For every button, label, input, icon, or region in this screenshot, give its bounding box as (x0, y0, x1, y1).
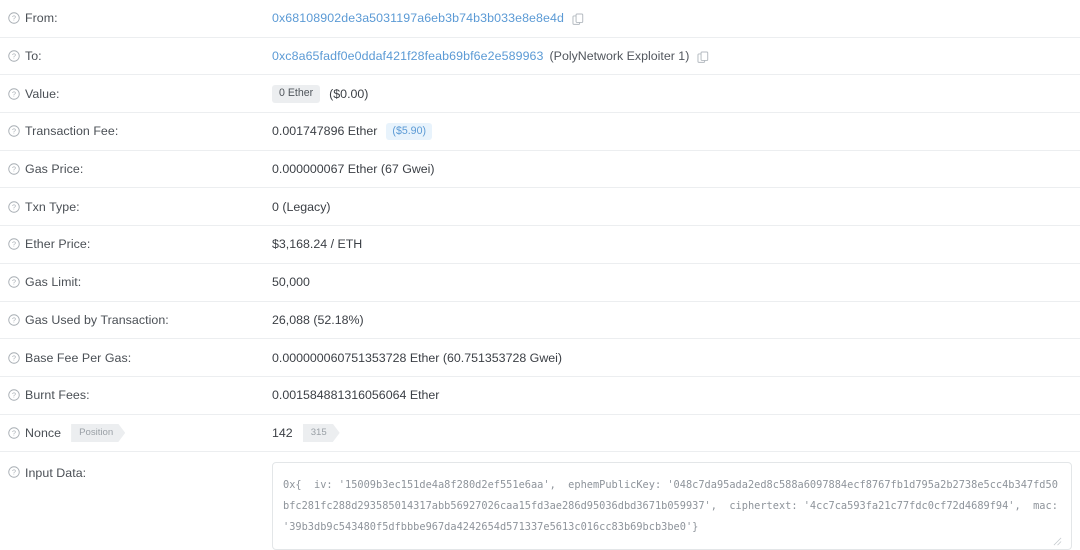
svg-text:?: ? (12, 166, 16, 174)
svg-text:?: ? (12, 392, 16, 400)
question-circle-icon[interactable]: ? (8, 389, 20, 401)
value-cell-gas-price: 0.000000067 Ether (67 Gwei) (272, 162, 435, 177)
value-cell-transaction-fee: 0.001747896 Ether ($5.90) (272, 113, 1080, 150)
question-circle-icon[interactable]: ? (8, 50, 20, 62)
question-circle-icon[interactable]: ? (8, 351, 20, 364)
label-cell-gas-used: ? Gas Used by Transaction: (0, 302, 272, 339)
question-circle-icon[interactable]: ? (8, 276, 20, 288)
detail-row-transaction-fee: ? Transaction Fee: 0.001747896 Ether ($5… (0, 113, 1080, 151)
label-cell-gas-limit: ? Gas Limit: (0, 264, 272, 301)
question-circle-icon[interactable]: ? (8, 238, 20, 251)
value-cell-base-fee-per-gas: 0.000000060751353728 Ether (60.751353728… (272, 350, 563, 365)
detail-row-gas-used: ? Gas Used by Transaction: 26,088 (52.18… (0, 302, 1080, 340)
svg-text:?: ? (12, 241, 16, 249)
input-data-shell: 0x{ iv: '15009b3ec151de4a8f280d2ef551e6a… (272, 462, 1072, 550)
input-data-wrapper: 0x{ iv: '15009b3ec151de4a8f280d2ef551e6a… (272, 462, 1080, 550)
detail-row-txn-type: ? Txn Type: 0 (Legacy) (0, 188, 1080, 227)
svg-text:?: ? (12, 128, 16, 136)
detail-row-from: ? From: 0x68108902de3a5031197a6eb3b74b3b… (0, 0, 1080, 38)
svg-text:?: ? (12, 15, 16, 23)
question-circle-icon[interactable]: ? (8, 314, 20, 326)
svg-text:?: ? (12, 430, 16, 438)
value-cell-from: 0x68108902de3a5031197a6eb3b74b3b033e8e8e… (272, 0, 1080, 37)
question-circle-icon[interactable]: ? (8, 88, 20, 100)
value-cell-gas-used: 26,088 (52.18%) (272, 312, 364, 327)
question-circle-icon[interactable]: ? (8, 125, 20, 138)
detail-label-base-fee-per-gas: Base Fee Per Gas: (25, 350, 132, 365)
label-cell-to: ? To: (0, 38, 272, 75)
to-address-name-tag: (PolyNetwork Exploiter 1) (549, 49, 690, 64)
question-circle-icon[interactable]: ? (8, 427, 20, 439)
detail-label-to: To: (25, 49, 42, 64)
detail-row-ether-price: ? Ether Price: $3,168.24 / ETH (0, 226, 1080, 264)
value-cell-ether-price: $3,168.24 / ETH (272, 237, 363, 252)
nonce-index-badge: 315 (303, 424, 340, 443)
svg-text:?: ? (12, 279, 16, 287)
detail-row-gas-price: ? Gas Price: 0.000000067 Ether (67 Gwei) (0, 151, 1080, 189)
question-circle-icon[interactable]: ? (8, 163, 20, 175)
transaction-details-panel: ? From: 0x68108902de3a5031197a6eb3b74b3b… (0, 0, 1080, 550)
detail-label-input-data: Input Data: (25, 466, 87, 481)
label-cell-ether-price: ? Ether Price: (0, 226, 272, 263)
nonce-position-badge: Position (71, 424, 125, 443)
detail-row-value: ? Value: 0 Ether ($0.00) (0, 75, 1080, 114)
detail-row-gas-limit: ? Gas Limit: 50,000 (0, 264, 1080, 302)
detail-label-txn-type: Txn Type: (25, 199, 80, 214)
input-data-textarea[interactable]: 0x{ iv: '15009b3ec151de4a8f280d2ef551e6a… (272, 462, 1072, 550)
transaction-fee-amount: 0.001747896 Ether (272, 124, 378, 139)
detail-row-nonce: ? Nonce Position 142 315 (0, 415, 1080, 453)
label-cell-nonce: ? Nonce Position (0, 415, 272, 452)
svg-text:?: ? (12, 90, 16, 98)
label-cell-value: ? Value: (0, 75, 272, 112)
label-cell-burnt-fees: ? Burnt Fees: (0, 377, 272, 414)
detail-label-nonce: Nonce (25, 425, 62, 440)
label-cell-from: ? From: (0, 0, 272, 37)
svg-text:?: ? (12, 203, 16, 211)
label-cell-input-data: ? Input Data: (0, 462, 272, 488)
transaction-fee-usd-badge: ($5.90) (386, 122, 432, 141)
value-amount-badge: 0 Ether (272, 84, 321, 103)
detail-row-base-fee-per-gas: ? Base Fee Per Gas: 0.000000060751353728… (0, 339, 1080, 377)
value-cell-to: 0xc8a65fadf0e0ddaf421f28feab69bf6e2e5899… (272, 38, 1080, 75)
svg-text:?: ? (12, 354, 16, 362)
value-cell-nonce: 142 315 (272, 415, 1080, 452)
from-address-link[interactable]: 0x68108902de3a5031197a6eb3b74b3b033e8e8e… (272, 11, 564, 25)
svg-text:?: ? (12, 469, 16, 477)
value-cell-value: 0 Ether ($0.00) (272, 75, 1080, 112)
detail-label-gas-used: Gas Used by Transaction: (25, 312, 169, 327)
copy-icon[interactable] (697, 51, 710, 64)
label-cell-transaction-fee: ? Transaction Fee: (0, 113, 272, 150)
value-cell-gas-limit: 50,000 (272, 275, 310, 290)
detail-label-value: Value: (25, 86, 60, 101)
detail-label-gas-price: Gas Price: (25, 162, 84, 177)
to-address-link[interactable]: 0xc8a65fadf0e0ddaf421f28feab69bf6e2e5899… (272, 49, 544, 63)
detail-label-gas-limit: Gas Limit: (25, 275, 82, 290)
svg-text:?: ? (12, 53, 16, 61)
label-cell-txn-type: ? Txn Type: (0, 188, 272, 225)
svg-text:?: ? (12, 317, 16, 325)
detail-label-burnt-fees: Burnt Fees: (25, 388, 90, 403)
detail-row-burnt-fees: ? Burnt Fees: 0.001584881316056064 Ether (0, 377, 1080, 415)
label-cell-base-fee-per-gas: ? Base Fee Per Gas: (0, 339, 272, 376)
detail-row-input-data: ? Input Data: 0x{ iv: '15009b3ec151de4a8… (0, 452, 1080, 550)
question-circle-icon[interactable]: ? (8, 12, 20, 25)
detail-row-to: ? To: 0xc8a65fadf0e0ddaf421f28feab69bf6e… (0, 38, 1080, 76)
copy-icon[interactable] (572, 13, 585, 26)
question-circle-icon[interactable]: ? (8, 466, 20, 478)
detail-label-transaction-fee: Transaction Fee: (25, 124, 119, 139)
value-cell-burnt-fees: 0.001584881316056064 Ether (272, 388, 440, 403)
label-cell-gas-price: ? Gas Price: (0, 151, 272, 188)
detail-label-from: From: (25, 11, 58, 26)
nonce-value: 142 (272, 425, 293, 440)
detail-label-ether-price: Ether Price: (25, 237, 91, 252)
question-circle-icon[interactable]: ? (8, 201, 20, 213)
value-usd-text: ($0.00) (329, 86, 369, 101)
value-cell-txn-type: 0 (Legacy) (272, 199, 331, 214)
